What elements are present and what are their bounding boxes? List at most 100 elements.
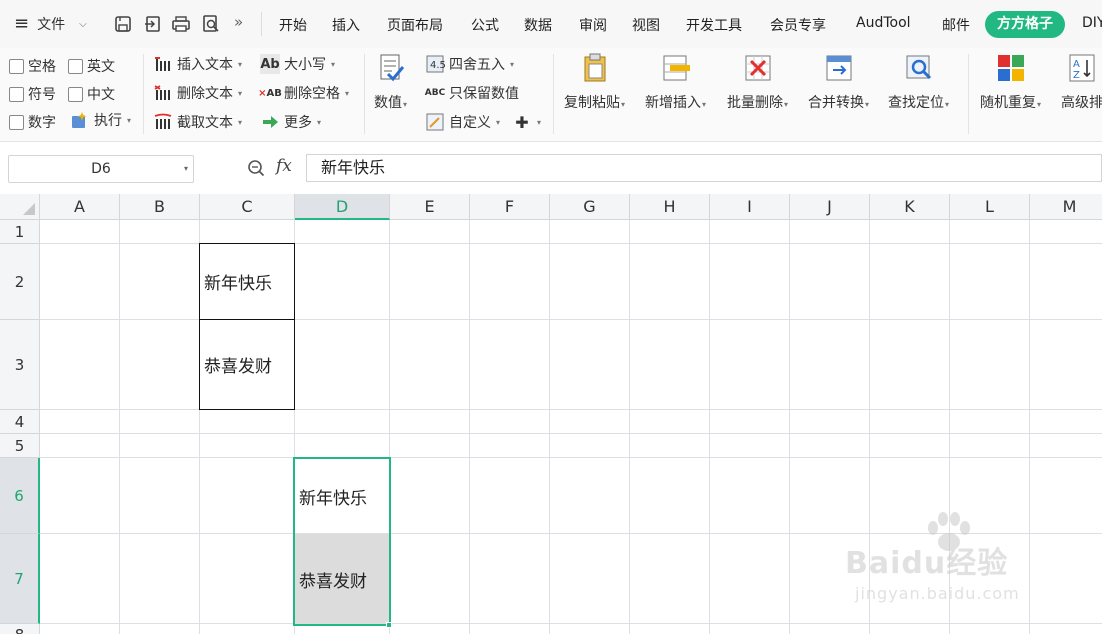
row-header-7[interactable]: 7 [0,534,40,624]
round-button[interactable]: 4.5 四舍五入 ▾ [425,54,514,74]
tab-developer[interactable]: 开发工具 [686,15,742,35]
delete-spaces-button[interactable]: × AB 删除空格 ▾ [258,83,349,103]
select-all-corner[interactable] [0,194,40,220]
checkbox-label: 符号 [28,87,56,103]
checkbox-chinese[interactable]: 中文 [68,84,115,104]
svg-text:Z: Z [1073,70,1080,81]
tab-member[interactable]: 会员专享 [770,15,826,35]
tab-review[interactable]: 审阅 [579,15,607,35]
cell-c2[interactable]: 新年快乐 [199,243,295,320]
row-header-1[interactable]: 1 [0,220,40,244]
add-insert-button[interactable]: 新增插入▾ [645,52,706,112]
tab-page-layout[interactable]: 页面布局 [387,15,443,35]
svg-text:4.5: 4.5 [430,60,445,71]
checkbox-label: 空格 [28,59,56,75]
row-header-8[interactable]: 8 [0,624,40,634]
add-insert-label: 新增插入 [645,95,701,111]
column-header-m[interactable]: M [1030,194,1102,220]
cell-c3[interactable]: 恭喜发财 [199,319,295,410]
random-repeat-button[interactable]: 随机重复▾ [980,52,1041,112]
case-button[interactable]: Ab 大小写 ▾ [260,54,335,74]
row-header-6[interactable]: 6 [0,458,40,534]
row-header-5[interactable]: 5 [0,434,40,458]
checkbox-label: 英文 [87,59,115,75]
delete-text-button[interactable]: 删除文本 ▾ [153,83,242,103]
copy-paste-label: 复制粘贴 [564,95,620,111]
more-icon[interactable]: » [234,13,243,31]
formula-input[interactable]: 新年快乐 [306,154,1102,182]
column-header-a[interactable]: A [40,194,120,220]
name-box-value: D6 [91,161,111,177]
cell-d7[interactable]: 恭喜发财 [295,534,390,624]
checkbox-number[interactable]: 数字 [9,112,56,132]
execute-button[interactable]: 执行 ▾ [70,110,131,130]
gridline [119,220,120,634]
name-box[interactable]: D6 ▾ [8,155,194,183]
divider [553,54,554,134]
zoom-icon[interactable] [246,158,266,178]
print-preview-icon[interactable] [200,13,222,35]
tab-fangfang-gezi[interactable]: 方方格子 [985,11,1065,38]
extract-text-button[interactable]: 截取文本 ▾ [153,112,242,132]
column-header-l[interactable]: L [950,194,1030,220]
tab-insert[interactable]: 插入 [332,15,360,35]
tab-data[interactable]: 数据 [524,15,552,35]
gridline [789,220,790,634]
fx-icon[interactable]: fx [276,156,292,176]
magic-wand-icon [70,110,90,130]
hamburger-icon: ≡ [14,13,30,34]
chevron-down-icon: ⌵ [79,18,87,30]
file-menu[interactable]: ≡ 文件 ⌵ [14,14,87,34]
tab-diy[interactable]: DIY [1082,15,1102,31]
tab-mail[interactable]: 邮件 [942,15,970,35]
column-header-g[interactable]: G [550,194,630,220]
execute-label: 执行 [94,113,122,129]
export-icon[interactable] [142,13,164,35]
row-header-2[interactable]: 2 [0,244,40,320]
print-icon[interactable] [170,13,192,35]
tab-formulas[interactable]: 公式 [471,15,499,35]
batch-delete-button[interactable]: 批量删除▾ [727,52,788,112]
more-button[interactable]: 更多 ▾ [260,112,321,132]
custom-button[interactable]: 自定义 ▾ [425,112,500,132]
svg-text:A: A [1073,59,1080,70]
checkbox-space[interactable]: 空格 [9,56,56,76]
value-icon [380,54,404,82]
value-button[interactable]: 数值▾ [374,52,407,112]
fill-handle[interactable] [386,622,392,628]
column-header-e[interactable]: E [390,194,470,220]
tab-audtool[interactable]: AudTool [856,15,911,31]
keep-values-button[interactable]: ABC 只保留数值 [425,83,519,103]
save-icon[interactable] [112,13,134,35]
column-header-d[interactable]: D [295,194,390,220]
extract-text-label: 截取文本 [177,115,233,131]
gridline [549,220,550,634]
merge-convert-button[interactable]: 合并转换▾ [808,52,869,112]
row-header-4[interactable]: 4 [0,410,40,434]
advanced-sort-button[interactable]: AZ 高级排 [1061,52,1102,112]
find-locate-button[interactable]: 查找定位▾ [888,52,949,112]
column-header-h[interactable]: H [630,194,710,220]
delete-spaces-icon: × AB [258,87,282,99]
insert-text-button[interactable]: 插入文本 ▾ [153,54,242,74]
delete-text-label: 删除文本 [177,86,233,102]
chevron-down-icon: ▾ [183,164,188,173]
tab-view[interactable]: 视图 [632,15,660,35]
copy-paste-button[interactable]: 复制粘贴▾ [564,52,625,112]
add-button[interactable]: ✚ ▾ [512,112,541,132]
spreadsheet-grid: A B C D E F G H I J K L M 1 2 3 4 5 6 7 … [0,194,1102,634]
column-header-k[interactable]: K [870,194,950,220]
column-header-i[interactable]: I [710,194,790,220]
column-header-b[interactable]: B [120,194,200,220]
column-header-j[interactable]: J [790,194,870,220]
column-header-c[interactable]: C [200,194,295,220]
cell-d6[interactable]: 新年快乐 [295,458,390,534]
tab-home[interactable]: 开始 [279,15,307,35]
gridline [469,220,470,634]
gridline [40,623,1102,624]
row-header-3[interactable]: 3 [0,320,40,410]
checkbox-icon [9,114,24,130]
checkbox-symbol[interactable]: 符号 [9,84,56,104]
checkbox-english[interactable]: 英文 [68,56,115,76]
column-header-f[interactable]: F [470,194,550,220]
